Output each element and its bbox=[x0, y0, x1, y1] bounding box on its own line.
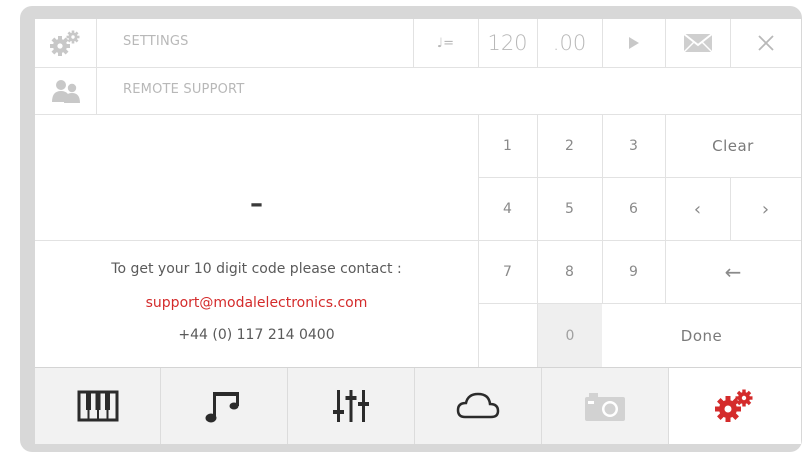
sliders-icon bbox=[333, 390, 369, 422]
nav-mixer[interactable] bbox=[288, 368, 414, 444]
envelope-icon bbox=[682, 33, 713, 53]
key-6[interactable]: 6 bbox=[602, 178, 665, 240]
cursor-right-button[interactable]: › bbox=[730, 178, 801, 240]
cursor-left-button[interactable]: ‹ bbox=[665, 178, 730, 240]
tempo-symbol: ♩= bbox=[436, 35, 455, 51]
remote-support-icon-cell[interactable] bbox=[35, 67, 96, 114]
close-button[interactable] bbox=[730, 19, 801, 67]
done-button[interactable]: Done bbox=[602, 304, 801, 367]
key-2[interactable]: 2 bbox=[537, 115, 602, 177]
backspace-button[interactable]: ← bbox=[665, 241, 801, 303]
contact-instruction: To get your 10 digit code please contact… bbox=[111, 261, 402, 277]
key-7[interactable]: 7 bbox=[478, 241, 537, 303]
key-3[interactable]: 3 bbox=[602, 115, 665, 177]
code-display: – bbox=[35, 115, 478, 240]
nav-camera[interactable] bbox=[542, 368, 668, 444]
small-gears-icon bbox=[49, 30, 79, 56]
nav-cloud[interactable] bbox=[415, 368, 541, 444]
close-icon bbox=[757, 35, 774, 51]
nav-settings[interactable] bbox=[669, 368, 801, 444]
support-phone: +44 (0) 117 214 0400 bbox=[178, 327, 335, 343]
settings-gears-icon bbox=[715, 389, 753, 422]
clear-button[interactable]: Clear bbox=[665, 115, 801, 177]
tempo-value[interactable]: 120 bbox=[478, 19, 537, 67]
settings-icon[interactable] bbox=[35, 19, 96, 67]
remote-support-label: REMOTE SUPPORT bbox=[123, 82, 245, 97]
users-icon bbox=[51, 79, 80, 103]
divider bbox=[96, 19, 97, 114]
settings-label[interactable]: SETTINGS bbox=[123, 34, 189, 49]
key-5[interactable]: 5 bbox=[537, 178, 602, 240]
support-email[interactable]: support@modalelectronics.com bbox=[35, 295, 478, 311]
mail-button[interactable] bbox=[665, 19, 730, 67]
code-value: – bbox=[250, 188, 263, 219]
cloud-icon bbox=[456, 392, 500, 419]
piano-keys-icon bbox=[77, 390, 118, 422]
play-icon bbox=[628, 37, 639, 49]
play-button[interactable] bbox=[602, 19, 665, 67]
key-9[interactable]: 9 bbox=[602, 241, 665, 303]
key-4[interactable]: 4 bbox=[478, 178, 537, 240]
camera-icon bbox=[585, 393, 625, 421]
tempo-decimal[interactable]: .00 bbox=[537, 19, 602, 67]
nav-sequencer[interactable] bbox=[161, 368, 287, 444]
divider bbox=[35, 67, 801, 68]
key-1[interactable]: 1 bbox=[478, 115, 537, 177]
nav-keyboard[interactable] bbox=[35, 368, 160, 444]
key-0[interactable]: 0 bbox=[538, 304, 602, 367]
music-notes-icon bbox=[205, 392, 239, 423]
key-8[interactable]: 8 bbox=[537, 241, 602, 303]
screen: SETTINGS ♩= 120 .00 REMOTE SUPPORT – To … bbox=[35, 19, 801, 444]
